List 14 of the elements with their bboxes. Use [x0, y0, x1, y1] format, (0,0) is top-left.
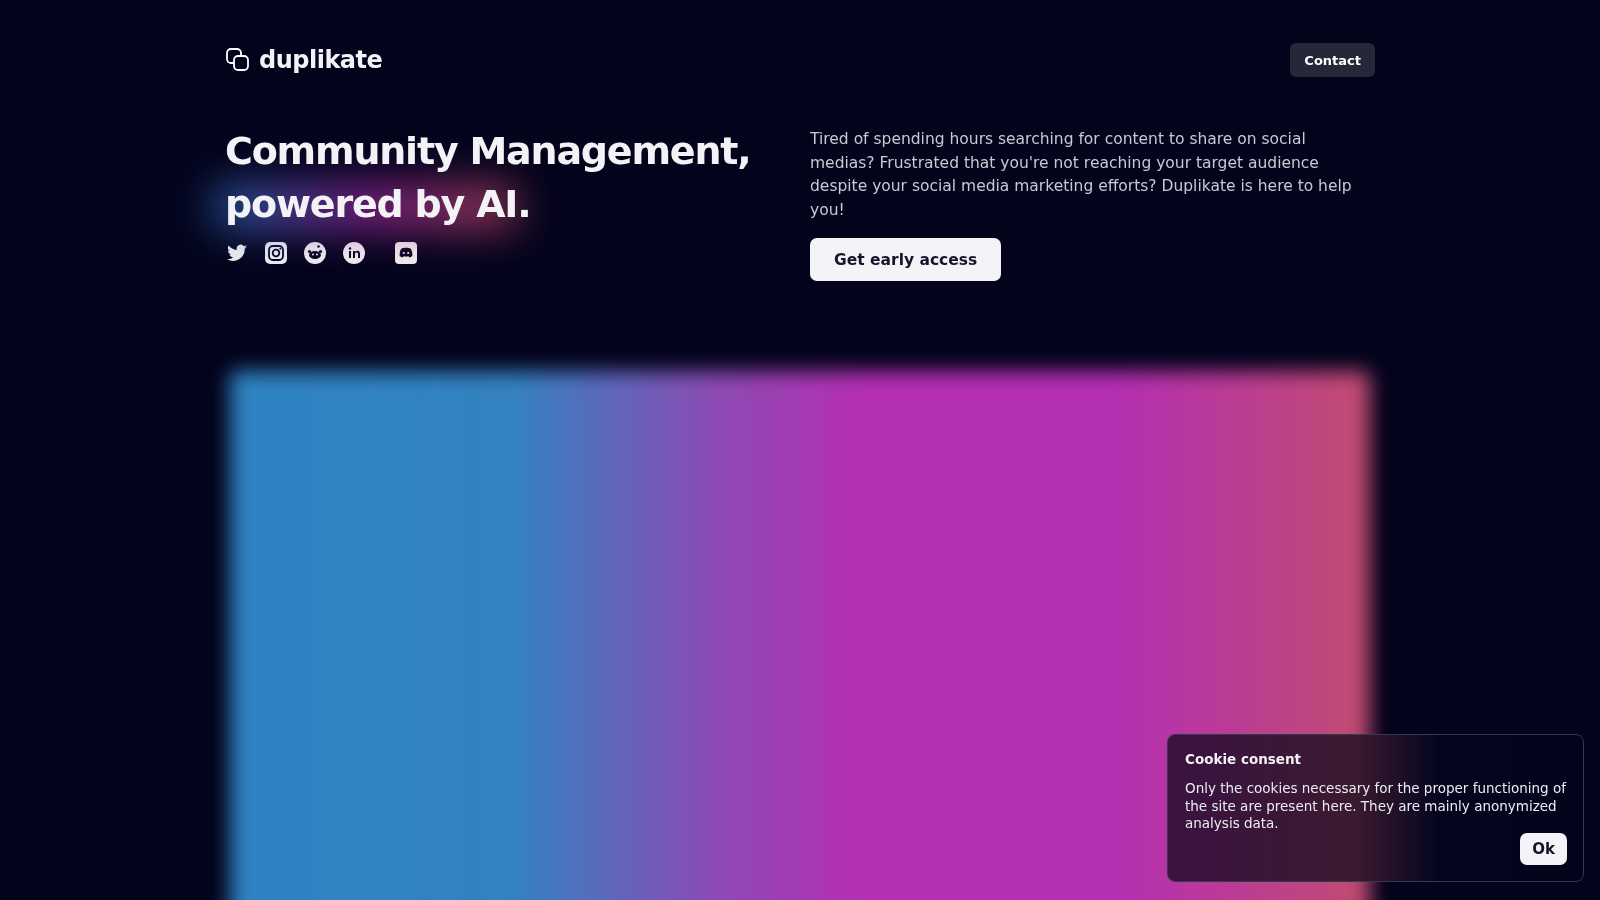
reddit-icon[interactable] — [303, 241, 327, 265]
headline: Community Management, — [225, 128, 751, 175]
discord-icon[interactable] — [394, 241, 418, 265]
cookie-title: Cookie consent — [1185, 751, 1303, 767]
linkedin-icon[interactable] — [342, 241, 366, 265]
headline: powered by AI. — [225, 181, 531, 228]
logo-icon — [225, 47, 251, 73]
instagram-icon[interactable] — [264, 241, 288, 265]
ok-button[interactable]: Ok — [1520, 832, 1567, 865]
early-access-button[interactable]: Get early access — [810, 238, 1002, 281]
contact-button[interactable]: Contact — [1290, 43, 1375, 77]
cookie-message: Only the cookies necessary for the proper functioning of the site are present here. They are mainly anonymized analysis data. — [1185, 780, 1567, 833]
logo-text: duplikate — [259, 46, 383, 74]
hero-description: Tired of spending hours searching for content to share on social medias? Frustrated that you're not reaching your target audience despite your social media marketing efforts? Duplikate is here to help you! — [810, 129, 1353, 221]
